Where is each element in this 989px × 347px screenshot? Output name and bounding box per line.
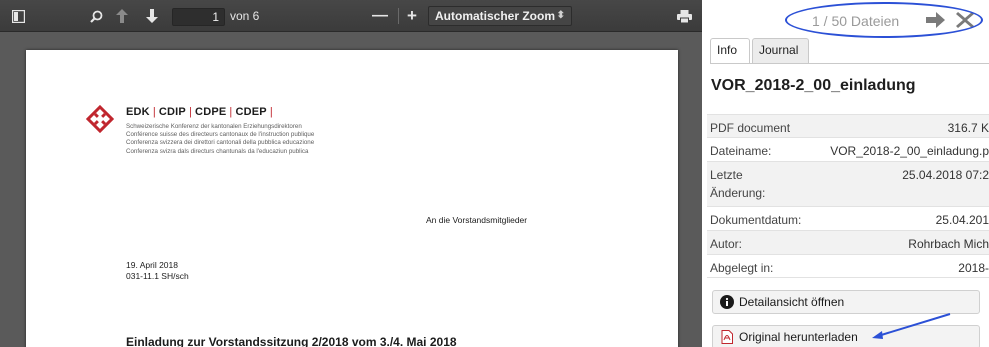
meta-row-modified: Letzte Änderung: 25.04.2018 07:2: [707, 161, 989, 206]
pdf-file-icon: [721, 330, 733, 344]
sidebar-icon[interactable]: [6, 0, 30, 32]
tab-journal[interactable]: Journal: [752, 38, 809, 64]
org-full-names: Schweizerische Konferenz der kantonalen …: [126, 123, 314, 156]
org-name-edk: EDK: [126, 106, 150, 118]
meta-label: Letzte Änderung:: [710, 168, 766, 200]
meta-label: Dokumentdatum:: [710, 213, 802, 227]
meta-value: 25.04.2018 07:2: [902, 168, 989, 182]
meta-label: PDF document: [710, 121, 791, 135]
org-separator: |: [269, 106, 273, 118]
file-info-panel: 1 / 50 Dateien Info Journal VOR_2018-2_0…: [702, 0, 989, 347]
meta-row-author: Autor: Rohrbach Mich: [707, 230, 989, 254]
chevron-updown-icon: ⬍: [556, 10, 565, 21]
metadata-table: PDF document 316.7 K Dateiname: VOR_2018…: [707, 114, 989, 278]
search-icon[interactable]: [84, 0, 108, 32]
zoom-out-button[interactable]: —: [368, 0, 392, 32]
org-name-cdip: CDIP: [158, 106, 186, 118]
letter-reference: 031-11.1 SH/sch: [126, 271, 189, 281]
pdf-page: EDK | CDIP | CDPE | CDEP | Schweizerische Konfe…: [26, 50, 678, 347]
download-original-label: Original herunterladen: [739, 330, 858, 344]
page-count-label: von 6: [230, 9, 260, 23]
open-detail-view-button[interactable]: Detailansicht öffnen: [712, 290, 980, 314]
pdf-toolbar: 1 von 6 — + Automatischer Zoom ⬍: [0, 0, 702, 32]
zoom-select[interactable]: Automatischer Zoom ⬍: [428, 6, 572, 26]
pdf-viewer: 1 von 6 — + Automatischer Zoom ⬍ EDK | CDI…: [0, 0, 702, 347]
page-number-input[interactable]: 1: [172, 8, 225, 26]
date-block: 19. April 2018 031-11.1 SH/sch: [126, 260, 189, 282]
arrow-up-icon[interactable]: [110, 0, 134, 32]
close-icon[interactable]: [955, 11, 975, 29]
meta-value: 25.04.201: [935, 213, 989, 227]
meta-label: Abgelegt in:: [710, 261, 774, 275]
print-icon[interactable]: [672, 0, 696, 32]
zoom-value: Automatischer Zoom: [435, 9, 556, 23]
tab-info[interactable]: Info: [710, 38, 750, 64]
meta-row-location: Abgelegt in: 2018-: [707, 254, 989, 278]
org-line: Conférence suisse des directeurs cantona…: [126, 131, 315, 139]
meta-value: Rohrbach Mich: [908, 237, 989, 251]
org-names: EDK | CDIP | CDPE | CDEP |: [126, 106, 276, 118]
meta-label: Dateiname:: [710, 144, 772, 158]
meta-row-type: PDF document 316.7 K: [707, 114, 989, 137]
org-name-cdep: CDEP: [235, 106, 267, 118]
meta-value: VOR_2018-2_00_einladung.p: [830, 144, 989, 158]
file-title: VOR_2018-2_00_einladung: [711, 77, 916, 94]
letter-heading: Einladung zur Vorstandssitzung 2/2018 vo…: [126, 335, 457, 347]
meta-row-docdate: Dokumentdatum: 25.04.201: [707, 206, 989, 230]
download-original-button[interactable]: Original herunterladen: [712, 325, 980, 347]
meta-row-filename: Dateiname: VOR_2018-2_00_einladung.p: [707, 137, 989, 161]
meta-value: 2018-: [958, 261, 989, 275]
open-detail-view-label: Detailansicht öffnen: [739, 295, 845, 309]
arrow-down-icon[interactable]: [140, 0, 164, 32]
org-line: Conferenza svizzera dei direttori canton…: [126, 139, 315, 147]
org-line: Schweizerische Konferenz der kantonalen …: [126, 123, 302, 130]
arrow-right-icon[interactable]: [926, 11, 946, 29]
zoom-in-button[interactable]: +: [400, 0, 424, 32]
org-line: Conferenza svizra dals directurs chantun…: [126, 147, 309, 155]
tab-divider: [710, 63, 989, 64]
file-count: 1 / 50 Dateien: [812, 13, 900, 29]
org-separator: |: [152, 106, 156, 118]
recipient-line: An die Vorstandsmitglieder: [426, 215, 528, 225]
meta-value: 316.7 K: [947, 121, 989, 135]
org-separator: |: [188, 106, 193, 118]
edk-logo-icon: [86, 105, 114, 133]
meta-label: Autor:: [710, 237, 743, 251]
info-icon: [720, 295, 734, 309]
letter-date: 19. April 2018: [126, 260, 178, 270]
toolbar-divider: [398, 8, 399, 24]
org-name-cdpe: CDPE: [195, 106, 227, 118]
